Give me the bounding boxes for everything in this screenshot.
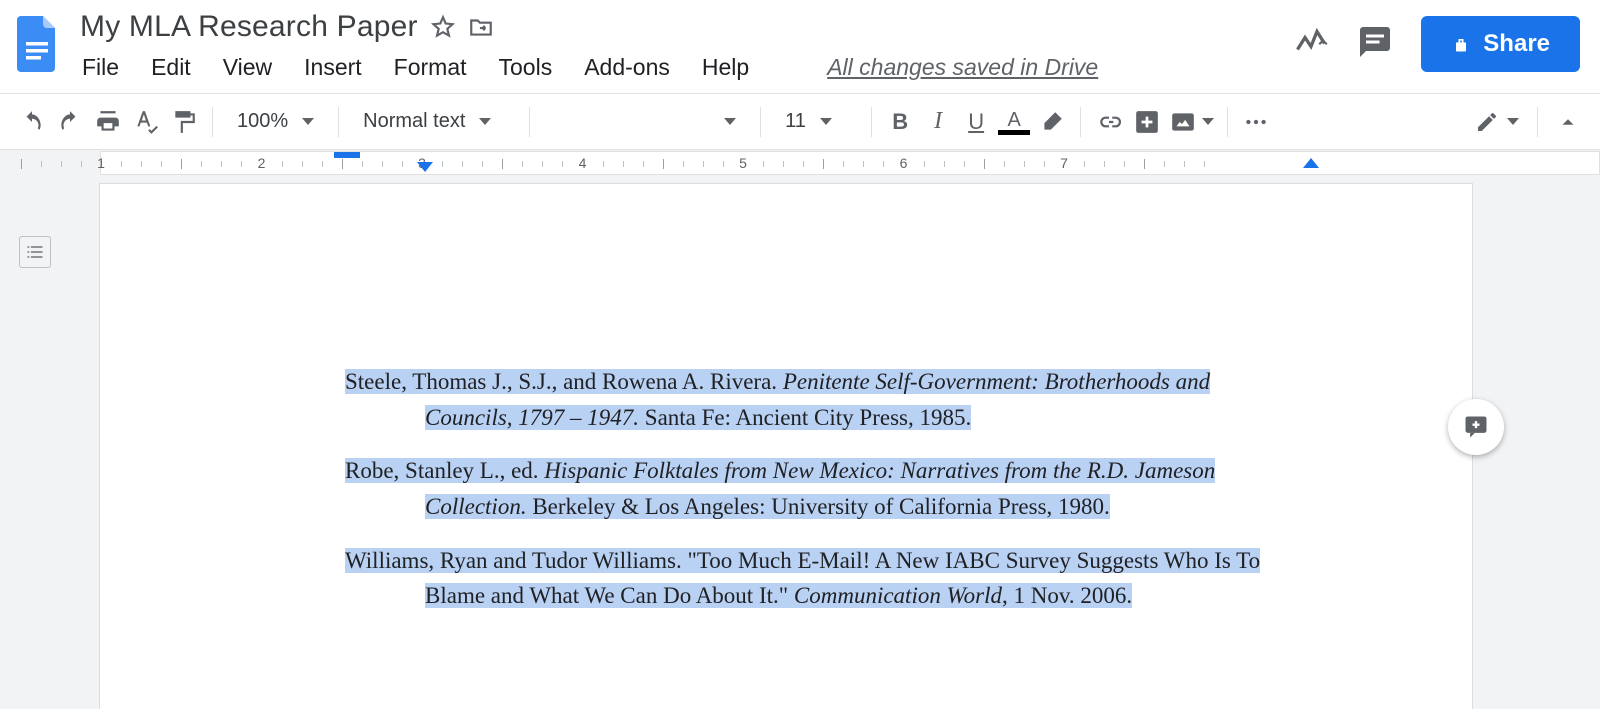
menu-bar: File Edit View Insert Format Tools Add-o… xyxy=(80,44,1098,81)
page[interactable]: Steele, Thomas J., S.J., and Rowena A. R… xyxy=(100,184,1472,709)
add-comment-fab[interactable] xyxy=(1448,399,1504,455)
caret-icon xyxy=(820,118,832,125)
menu-file[interactable]: File xyxy=(82,54,119,81)
highlight-button[interactable] xyxy=(1034,104,1070,140)
document-content[interactable]: Steele, Thomas J., S.J., and Rowena A. R… xyxy=(100,364,1472,614)
title-column: My MLA Research Paper File Edit View Ins… xyxy=(80,6,1098,81)
zoom-combo[interactable]: 100% xyxy=(223,110,328,133)
activity-icon[interactable] xyxy=(1293,24,1329,65)
editing-mode-button[interactable] xyxy=(1469,104,1525,140)
share-button[interactable]: Share xyxy=(1421,16,1580,72)
menu-format[interactable]: Format xyxy=(394,54,467,81)
outline-toggle-button[interactable] xyxy=(19,236,51,268)
menu-edit[interactable]: Edit xyxy=(151,54,191,81)
share-button-label: Share xyxy=(1483,30,1550,58)
paint-format-button[interactable] xyxy=(166,104,202,140)
caret-icon xyxy=(302,118,314,125)
menu-insert[interactable]: Insert xyxy=(304,54,362,81)
docs-logo-icon[interactable] xyxy=(14,12,62,76)
spellcheck-button[interactable] xyxy=(128,104,164,140)
star-icon[interactable] xyxy=(430,14,456,40)
italic-button[interactable]: I xyxy=(920,104,956,140)
text-color-button[interactable]: A xyxy=(996,104,1032,140)
ruler[interactable]: 1234567 xyxy=(100,151,1600,175)
menu-addons[interactable]: Add-ons xyxy=(584,54,670,81)
move-to-folder-icon[interactable] xyxy=(468,14,494,40)
menu-help[interactable]: Help xyxy=(702,54,749,81)
title-bar: My MLA Research Paper File Edit View Ins… xyxy=(0,0,1600,94)
toolbar: 100% Normal text 11 B I U A xyxy=(0,94,1600,150)
caret-icon xyxy=(1507,118,1519,125)
ruler-area: 1234567 xyxy=(0,150,1600,176)
caret-icon xyxy=(724,118,736,125)
document-stage: Steele, Thomas J., S.J., and Rowena A. R… xyxy=(0,176,1600,709)
bold-button[interactable]: B xyxy=(882,104,918,140)
caret-icon xyxy=(479,118,491,125)
zoom-value: 100% xyxy=(237,110,288,133)
add-comment-button[interactable] xyxy=(1129,104,1165,140)
print-button[interactable] xyxy=(90,104,126,140)
undo-button[interactable] xyxy=(14,104,50,140)
more-button[interactable] xyxy=(1238,104,1274,140)
collapse-toolbar-button[interactable] xyxy=(1550,104,1586,140)
link-button[interactable] xyxy=(1091,104,1127,140)
image-button[interactable] xyxy=(1167,104,1217,140)
comments-icon[interactable] xyxy=(1357,24,1393,65)
style-combo[interactable]: Normal text xyxy=(349,110,519,133)
caret-icon xyxy=(1202,118,1214,125)
underline-button[interactable]: U xyxy=(958,104,994,140)
style-value: Normal text xyxy=(363,110,465,133)
redo-button[interactable] xyxy=(52,104,88,140)
font-size-value: 11 xyxy=(785,110,806,133)
menu-view[interactable]: View xyxy=(223,54,272,81)
menu-tools[interactable]: Tools xyxy=(499,54,553,81)
doc-title[interactable]: My MLA Research Paper xyxy=(80,10,418,44)
font-combo[interactable] xyxy=(540,118,750,125)
save-status[interactable]: All changes saved in Drive xyxy=(827,54,1098,81)
font-size-combo[interactable]: 11 xyxy=(771,110,861,133)
